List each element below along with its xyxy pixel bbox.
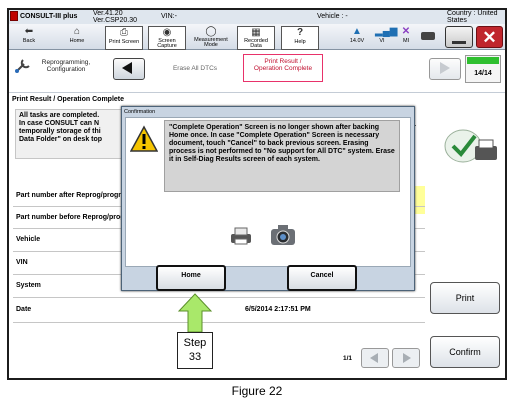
step-label: Step	[183, 337, 207, 349]
next-step-button[interactable]	[429, 58, 461, 80]
row-label: Date	[16, 306, 32, 313]
crumb-print-line-2: Operation Complete	[253, 65, 313, 72]
home-icon: ⌂	[73, 26, 81, 37]
page-prev-button[interactable]	[361, 348, 389, 368]
step-number: 33	[188, 351, 202, 363]
workflow-bar: Reprogramming, Configuration Erase All D…	[9, 51, 505, 93]
vi-status: ▂▄▆ VI	[371, 26, 398, 48]
camera-icon	[270, 224, 296, 246]
voltage-value: 14.0V	[349, 38, 365, 44]
recorded-data-label: Recorded Data	[244, 38, 268, 49]
table-row: Date 6/5/2014 2:17:51 PM	[13, 298, 425, 323]
printer-icon	[230, 227, 252, 245]
battery-voltage: ▲ 14.0V	[344, 26, 370, 48]
step-arrow	[177, 293, 213, 333]
wrench-icon	[13, 57, 33, 75]
warning-icon	[129, 125, 159, 153]
row-label: System	[16, 282, 41, 289]
page-indicator: 1/1	[343, 355, 353, 362]
crumb-reprog-line-2: Configuration	[46, 66, 86, 73]
printer-icon: ⎙	[120, 27, 128, 38]
battery-icon	[421, 32, 435, 40]
disconnected-icon: ✕	[401, 26, 411, 37]
back-arrow-icon: ⬅	[24, 26, 34, 37]
screen-capture-button[interactable]: ◉ Screen Capture	[148, 26, 186, 50]
row-value: 6/5/2014 2:17:51 PM	[245, 306, 311, 313]
home-label: Home	[69, 38, 85, 44]
measurement-icon: ◯	[205, 26, 217, 37]
vehicle-label: Vehicle : -	[317, 13, 348, 20]
toolbar: ⬅ Back ⌂ Home ⎙ Print Screen ◉ Screen Ca…	[9, 24, 505, 50]
previous-step-button[interactable]	[113, 58, 145, 80]
chevron-left-icon	[122, 62, 132, 74]
country-line-2: States	[447, 17, 467, 24]
status-bar: CONSULT-III plus Ver.41.20 Ver.CSP20.30 …	[9, 10, 505, 24]
consult-window: CONSULT-III plus Ver.41.20 Ver.CSP20.30 …	[7, 8, 507, 380]
home-toolbar-button[interactable]: ⌂ Home	[59, 26, 95, 48]
row-label: Vehicle	[16, 236, 41, 243]
print-complete-icon	[439, 120, 501, 168]
print-screen-button[interactable]: ⎙ Print Screen	[105, 26, 143, 50]
crumb-print-result: Print Result / Operation Complete	[243, 54, 323, 82]
dialog-title: Confirmation	[124, 109, 156, 115]
back-button[interactable]: ⬅ Back	[11, 26, 47, 48]
consult-logo	[10, 11, 18, 21]
country-line-1: Country : United	[447, 10, 498, 17]
recorded-data-icon: ▦	[251, 27, 261, 38]
minimize-icon	[452, 41, 466, 44]
crumb-reprogramming: Reprogramming, Configuration	[34, 59, 98, 73]
close-button[interactable]: ✕	[476, 26, 503, 48]
mi-status: ✕ MI	[395, 26, 417, 48]
print-button[interactable]: Print	[430, 282, 500, 314]
page-next-icon	[403, 353, 411, 363]
minimize-button[interactable]	[445, 26, 473, 48]
chevron-right-icon	[440, 62, 450, 74]
crumb-erase-all-dtcs: Erase All DTCs	[172, 65, 218, 72]
measurement-mode-button[interactable]: ◯ Measurement Mode	[193, 26, 229, 48]
page-prev-icon	[370, 353, 378, 363]
signal-icon: ▂▄▆	[375, 26, 398, 37]
mi-label: MI	[402, 38, 410, 44]
vi-label: VI	[379, 38, 385, 44]
dialog-message: "Complete Operation" Screen is no longer…	[164, 120, 400, 192]
version-line-2: Ver.CSP20.30	[93, 17, 137, 24]
measurement-mode-label: Measurement Mode	[194, 37, 228, 48]
progress-indicator: 14/14	[465, 55, 501, 83]
car-icon: ▲	[352, 26, 362, 37]
app-name: CONSULT-III plus	[20, 13, 78, 20]
help-label: Help	[294, 39, 306, 45]
close-icon: ✕	[482, 28, 497, 47]
confirmation-dialog: Confirmation "Complete Operation" Screen…	[121, 106, 415, 291]
page-title: Print Result / Operation Complete	[12, 96, 125, 103]
help-button[interactable]: ? Help	[281, 26, 319, 50]
help-icon: ?	[296, 27, 304, 38]
confirm-button[interactable]: Confirm	[430, 336, 500, 368]
recorded-data-button[interactable]: ▦ Recorded Data	[237, 26, 275, 50]
crumb-reprog-line-1: Reprogramming,	[41, 59, 91, 66]
camera-icon: ◉	[162, 27, 172, 38]
version-line-1: Ver.41.20	[93, 10, 123, 17]
step-callout: Step 33	[177, 332, 213, 369]
cancel-button[interactable]: Cancel	[287, 265, 357, 291]
print-screen-label: Print Screen	[108, 39, 140, 45]
row-label: VIN	[16, 259, 28, 266]
screen-capture-label: Screen Capture	[157, 38, 177, 49]
page-next-button[interactable]	[392, 348, 420, 368]
figure-caption: Figure 22	[231, 384, 283, 398]
crumb-print-line-1: Print Result /	[264, 58, 302, 65]
progress-fill	[467, 57, 499, 64]
home-button[interactable]: Home	[156, 265, 226, 291]
vin-label: VIN:-	[161, 13, 177, 20]
back-label: Back	[22, 38, 36, 44]
progress-count: 14/14	[474, 70, 492, 77]
